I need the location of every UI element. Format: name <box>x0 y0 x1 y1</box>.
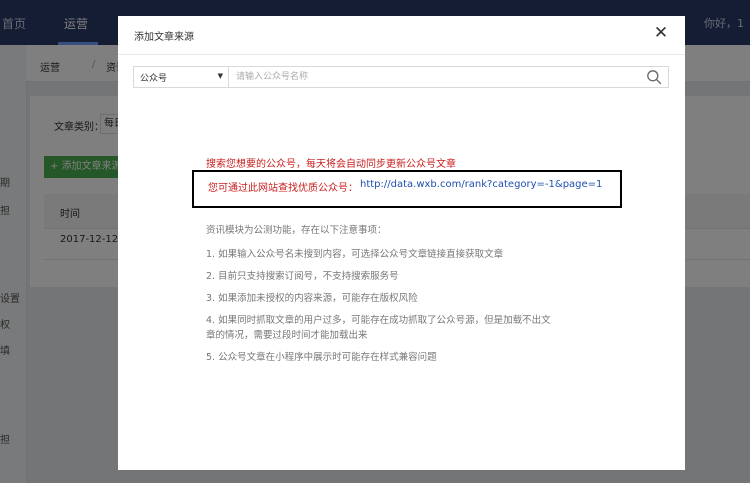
note-item: 5. 公众号文章在小程序中展示时可能存在样式兼容问题 <box>206 352 437 363</box>
search-bar: 公众号 ▼ <box>133 66 669 88</box>
dialog-title: 添加文章来源 <box>134 32 194 43</box>
hint-label: 您可通过此网站查找优质公众号： <box>208 183 358 194</box>
note-item: 2. 目前只支持搜索订阅号，不支持搜索服务号 <box>206 271 399 282</box>
notes-heading: 资讯模块为公测功能，存在以下注意事项： <box>206 225 387 236</box>
note-item: 4. 如果同时抓取文章的用户过多，可能存在成功抓取了公众号源，但是加载不出文章的… <box>206 315 551 341</box>
note-item: 1. 如果输入公众号名未搜到内容，可选择公众号文章链接直接获取文章 <box>206 249 504 260</box>
caret-down-icon: ▼ <box>217 72 223 80</box>
close-icon[interactable]: ✕ <box>651 22 671 44</box>
sync-notice: 搜索您想要的公众号，每天将会自动同步更新公众号文章 <box>206 159 456 170</box>
add-article-source-dialog: 添加文章来源 ✕ 公众号 ▼ 搜索您想要的公众号，每天将会自动同步更新公众号文章… <box>118 16 685 470</box>
search-input[interactable] <box>230 68 642 86</box>
ranking-site-link[interactable]: http://data.wxb.com/rank?category=-1&pag… <box>360 179 602 190</box>
search-icon[interactable] <box>646 69 662 85</box>
note-item: 3. 如果添加未授权的内容来源，可能存在版权风险 <box>206 293 418 304</box>
source-type-value: 公众号 <box>140 74 168 84</box>
source-type-select[interactable]: 公众号 ▼ <box>134 67 229 87</box>
notes-section: 资讯模块为公测功能，存在以下注意事项： 1. 如果输入公众号名未搜到内容，可选择… <box>206 223 556 372</box>
dialog-header: 添加文章来源 ✕ <box>118 16 685 55</box>
highlight-box: 您可通过此网站查找优质公众号： http://data.wxb.com/rank… <box>192 170 622 208</box>
